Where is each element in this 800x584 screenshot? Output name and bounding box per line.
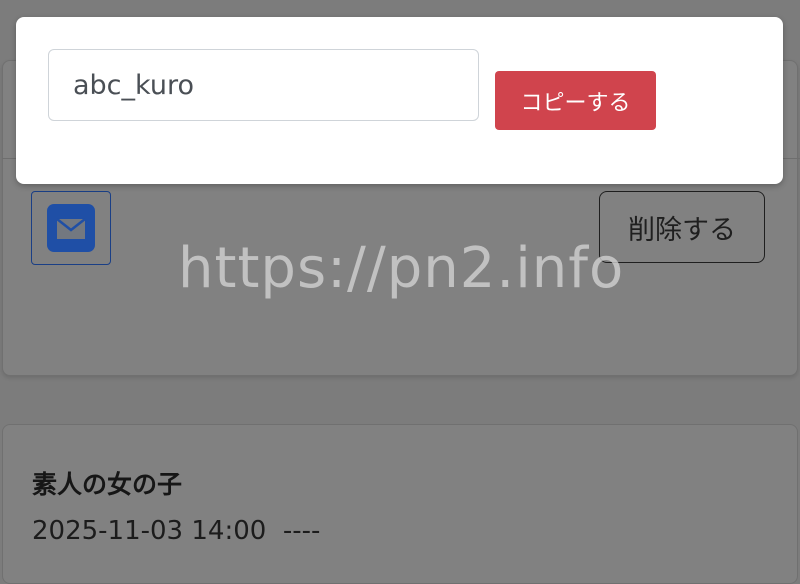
copy-modal: コピーする — [16, 17, 783, 184]
watermark-text: https://pn2.info — [178, 236, 625, 301]
post-title: 素人の女の子 — [32, 470, 183, 499]
next-post-card — [2, 424, 798, 584]
post-datetime: 2025-11-03 14:00 ---- — [32, 516, 321, 546]
username-input[interactable] — [48, 49, 479, 121]
mail-icon — [47, 204, 95, 252]
mail-button[interactable] — [31, 191, 111, 265]
copy-button[interactable]: コピーする — [495, 71, 656, 130]
